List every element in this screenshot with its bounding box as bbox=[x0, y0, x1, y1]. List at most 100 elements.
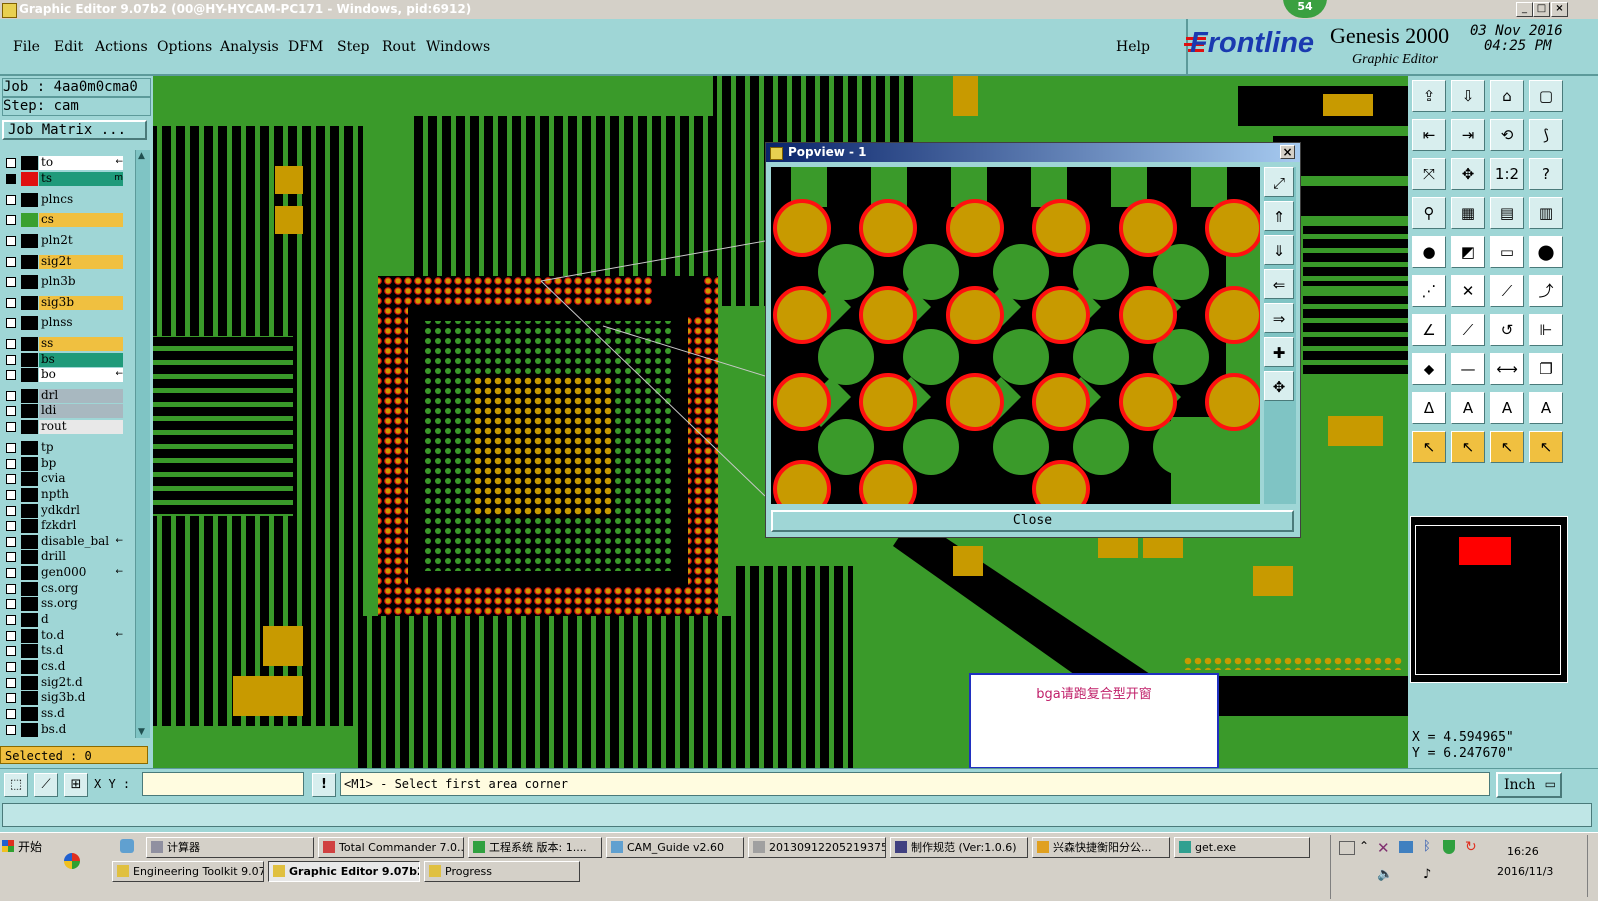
layer-name[interactable]: rout bbox=[39, 420, 123, 434]
text-delete-icon[interactable]: A bbox=[1529, 392, 1563, 424]
layer-row-to[interactable]: to ← bbox=[4, 156, 125, 170]
layer-color-swatch[interactable] bbox=[21, 472, 38, 486]
tray-keyboard-icon[interactable] bbox=[1339, 841, 1355, 855]
layer-row-bp[interactable]: bp bbox=[4, 457, 125, 471]
show-desktop-button[interactable] bbox=[1587, 835, 1598, 897]
text-edit-icon[interactable]: A bbox=[1490, 392, 1524, 424]
layer-checkbox[interactable] bbox=[6, 521, 16, 531]
home-icon[interactable]: ⌂ bbox=[1490, 80, 1524, 112]
taskbar-item[interactable]: Engineering Toolkit 9.07... bbox=[112, 861, 264, 882]
layer-name[interactable]: pln2t bbox=[39, 234, 123, 248]
layer-row-ldi[interactable]: ldi bbox=[4, 404, 125, 418]
layer-row-drill[interactable]: drill bbox=[4, 550, 125, 564]
layer-row-bo[interactable]: bo ← bbox=[4, 368, 125, 382]
layer-color-swatch[interactable] bbox=[21, 629, 38, 643]
layer-checkbox[interactable] bbox=[6, 215, 16, 225]
text-icon[interactable]: Δ bbox=[1412, 392, 1446, 424]
menu-edit[interactable]: Edit bbox=[54, 39, 83, 55]
layer-name[interactable]: cvia bbox=[39, 472, 123, 486]
layer-checkbox[interactable] bbox=[6, 277, 16, 287]
layer-name[interactable]: sig2t bbox=[39, 255, 123, 269]
layer-name[interactable]: ss bbox=[39, 337, 123, 351]
layer-checkbox[interactable] bbox=[6, 339, 16, 349]
layer-name[interactable]: plncs bbox=[39, 193, 123, 207]
layer-color-swatch[interactable] bbox=[21, 504, 38, 518]
tray-shield-icon[interactable] bbox=[1443, 840, 1455, 854]
layer-name[interactable]: drill bbox=[39, 550, 123, 564]
layer-row-d[interactable]: d bbox=[4, 613, 125, 627]
zoom-center-icon[interactable]: ✥ bbox=[1451, 158, 1485, 190]
grid-snap-icon[interactable]: ⊞ bbox=[64, 773, 88, 797]
minimize-button[interactable]: _ bbox=[1516, 2, 1533, 17]
layer-checkbox[interactable] bbox=[6, 568, 16, 578]
layer-checkbox[interactable] bbox=[6, 646, 16, 656]
layer-name[interactable]: sig3b bbox=[39, 296, 123, 310]
layer-name[interactable]: plnss bbox=[39, 316, 123, 330]
popview-right-icon[interactable]: ⇒ bbox=[1264, 303, 1294, 333]
layer-checkbox[interactable] bbox=[6, 422, 16, 432]
ratio-icon[interactable]: 1:2 bbox=[1490, 158, 1524, 190]
layer-row-to-d[interactable]: to.d ← bbox=[4, 629, 125, 643]
popview-close-icon[interactable]: × bbox=[1280, 145, 1295, 159]
layer-color-swatch[interactable] bbox=[21, 488, 38, 502]
layer-checkbox[interactable] bbox=[6, 459, 16, 469]
mirror-icon[interactable]: ⟲ bbox=[1490, 119, 1524, 151]
layer-name[interactable]: to bbox=[39, 156, 123, 170]
popview-zoom-in-icon[interactable]: ✚ bbox=[1264, 337, 1294, 367]
pointer-multi-icon[interactable]: ↖ bbox=[1529, 431, 1563, 463]
tray-network-icon[interactable] bbox=[1399, 841, 1413, 853]
layer-checkbox[interactable] bbox=[6, 391, 16, 401]
layer-row-cs-d[interactable]: cs.d bbox=[4, 660, 125, 674]
menu-windows[interactable]: Windows bbox=[426, 39, 490, 55]
layer-color-swatch[interactable] bbox=[21, 457, 38, 471]
quicklaunch-windows-icon[interactable] bbox=[64, 853, 80, 869]
stretch-icon[interactable]: ⟷ bbox=[1490, 353, 1524, 385]
layer-checkbox[interactable] bbox=[6, 584, 16, 594]
popview-close-button[interactable]: Close bbox=[771, 510, 1294, 532]
layer-checkbox[interactable] bbox=[6, 506, 16, 516]
highlight-icon[interactable]: ◩ bbox=[1451, 236, 1485, 268]
tray-expand-icon[interactable]: ⌃ bbox=[1359, 839, 1369, 853]
taskbar-item[interactable]: 兴森快捷衡阳分公... bbox=[1032, 837, 1170, 858]
taskbar-item[interactable]: Total Commander 7.0... bbox=[318, 837, 464, 858]
pan-left-icon[interactable]: ⇤ bbox=[1412, 119, 1446, 151]
layer-row-npth[interactable]: npth bbox=[4, 488, 125, 502]
layer-name[interactable]: d bbox=[39, 613, 123, 627]
layer-name[interactable]: ydkdrl bbox=[39, 504, 123, 518]
menu-file[interactable]: File bbox=[13, 39, 40, 55]
layer-color-swatch[interactable] bbox=[21, 316, 38, 330]
layer-color-swatch[interactable] bbox=[21, 368, 38, 382]
tray-bluetooth-icon[interactable]: ᛒ bbox=[1423, 839, 1431, 854]
rotate-icon[interactable]: ↺ bbox=[1490, 314, 1524, 346]
layer-row-sig3b-d[interactable]: sig3b.d bbox=[4, 691, 125, 705]
help-icon[interactable]: ? bbox=[1529, 158, 1563, 190]
layer-color-swatch[interactable] bbox=[21, 660, 38, 674]
layer-row-sig2t-d[interactable]: sig2t.d bbox=[4, 676, 125, 690]
layer-row-ss-org[interactable]: ss.org bbox=[4, 597, 125, 611]
layer-checkbox[interactable] bbox=[6, 370, 16, 380]
xy-input[interactable] bbox=[142, 772, 304, 796]
zoom-in-icon[interactable]: ⇩ bbox=[1451, 80, 1485, 112]
cross-icon[interactable]: ✕ bbox=[1451, 275, 1485, 307]
layer-name[interactable]: pln3b bbox=[39, 275, 123, 289]
link-icon[interactable]: ⋰ bbox=[1412, 275, 1446, 307]
layer-checkbox[interactable] bbox=[6, 474, 16, 484]
layer-name[interactable]: ldi bbox=[39, 404, 123, 418]
fit-icon[interactable]: ⊩ bbox=[1529, 314, 1563, 346]
menu-step[interactable]: Step bbox=[337, 39, 369, 55]
break-icon[interactable]: — bbox=[1451, 353, 1485, 385]
layer-color-swatch[interactable] bbox=[21, 275, 38, 289]
layer-name[interactable]: npth bbox=[39, 488, 123, 502]
layer-checkbox[interactable] bbox=[6, 615, 16, 625]
layer-row-pln3b[interactable]: pln3b bbox=[4, 275, 125, 289]
taskbar-item[interactable]: 工程系统 版本: 1.... bbox=[468, 837, 602, 858]
layer-row-ss[interactable]: ss bbox=[4, 337, 125, 351]
layer-name[interactable]: sig3b.d bbox=[39, 691, 123, 705]
overview-map[interactable] bbox=[1410, 516, 1568, 683]
layer-checkbox[interactable] bbox=[6, 537, 16, 547]
copy-icon[interactable]: ❐ bbox=[1529, 353, 1563, 385]
layer-row-bs[interactable]: bs bbox=[4, 353, 125, 367]
zoom-fit-icon[interactable]: ▢ bbox=[1529, 80, 1563, 112]
layer-checkbox[interactable] bbox=[6, 552, 16, 562]
units-select[interactable]: Inch ▭ bbox=[1496, 772, 1562, 798]
